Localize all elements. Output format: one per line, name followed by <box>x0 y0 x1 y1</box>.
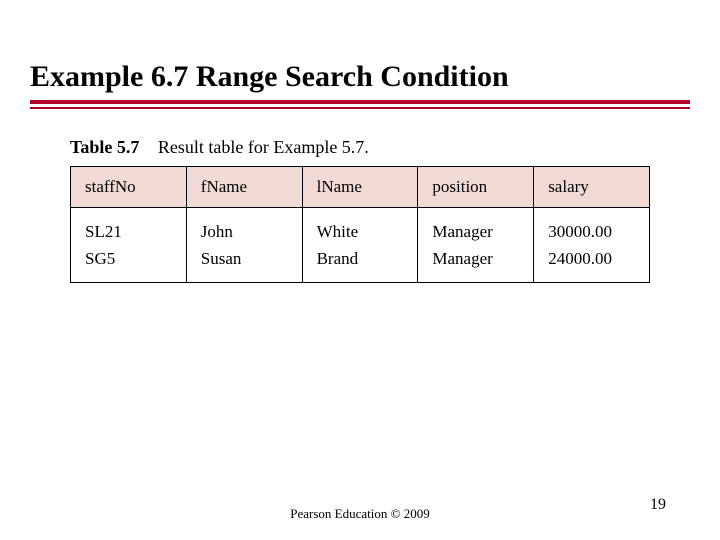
table-caption-label: Table 5.7 <box>70 137 139 157</box>
col-header-staffno: staffNo <box>71 167 187 208</box>
cell-salary: 30000.00 24000.00 <box>534 208 650 283</box>
result-table: staffNo fName lName position salary SL21… <box>70 166 650 283</box>
cell-value: Manager <box>432 218 519 245</box>
title-underline <box>30 100 690 109</box>
table-header-row: staffNo fName lName position salary <box>71 167 650 208</box>
cell-lname: White Brand <box>302 208 418 283</box>
title-block: Example 6.7 Range Search Condition <box>0 0 720 94</box>
cell-value: John <box>201 218 288 245</box>
cell-value: SL21 <box>85 218 172 245</box>
col-header-fname: fName <box>186 167 302 208</box>
cell-value: White <box>317 218 404 245</box>
cell-position: Manager Manager <box>418 208 534 283</box>
content-area: Table 5.7 Result table for Example 5.7. … <box>0 109 720 283</box>
cell-staffno: SL21 SG5 <box>71 208 187 283</box>
table-caption-text: Result table for Example 5.7. <box>158 137 369 157</box>
footer-credit: Pearson Education © 2009 <box>0 506 720 522</box>
cell-value: 24000.00 <box>548 245 635 272</box>
cell-value: Manager <box>432 245 519 272</box>
table-row: SL21 SG5 John Susan White Brand Manager … <box>71 208 650 283</box>
cell-value: Susan <box>201 245 288 272</box>
slide: Example 6.7 Range Search Condition Table… <box>0 0 720 540</box>
slide-title: Example 6.7 Range Search Condition <box>30 60 690 94</box>
cell-value: SG5 <box>85 245 172 272</box>
col-header-salary: salary <box>534 167 650 208</box>
table-caption: Table 5.7 Result table for Example 5.7. <box>70 137 650 158</box>
cell-value: 30000.00 <box>548 218 635 245</box>
col-header-lname: lName <box>302 167 418 208</box>
cell-value: Brand <box>317 245 404 272</box>
page-number: 19 <box>650 496 666 514</box>
col-header-position: position <box>418 167 534 208</box>
rule-thick <box>30 100 690 104</box>
cell-fname: John Susan <box>186 208 302 283</box>
